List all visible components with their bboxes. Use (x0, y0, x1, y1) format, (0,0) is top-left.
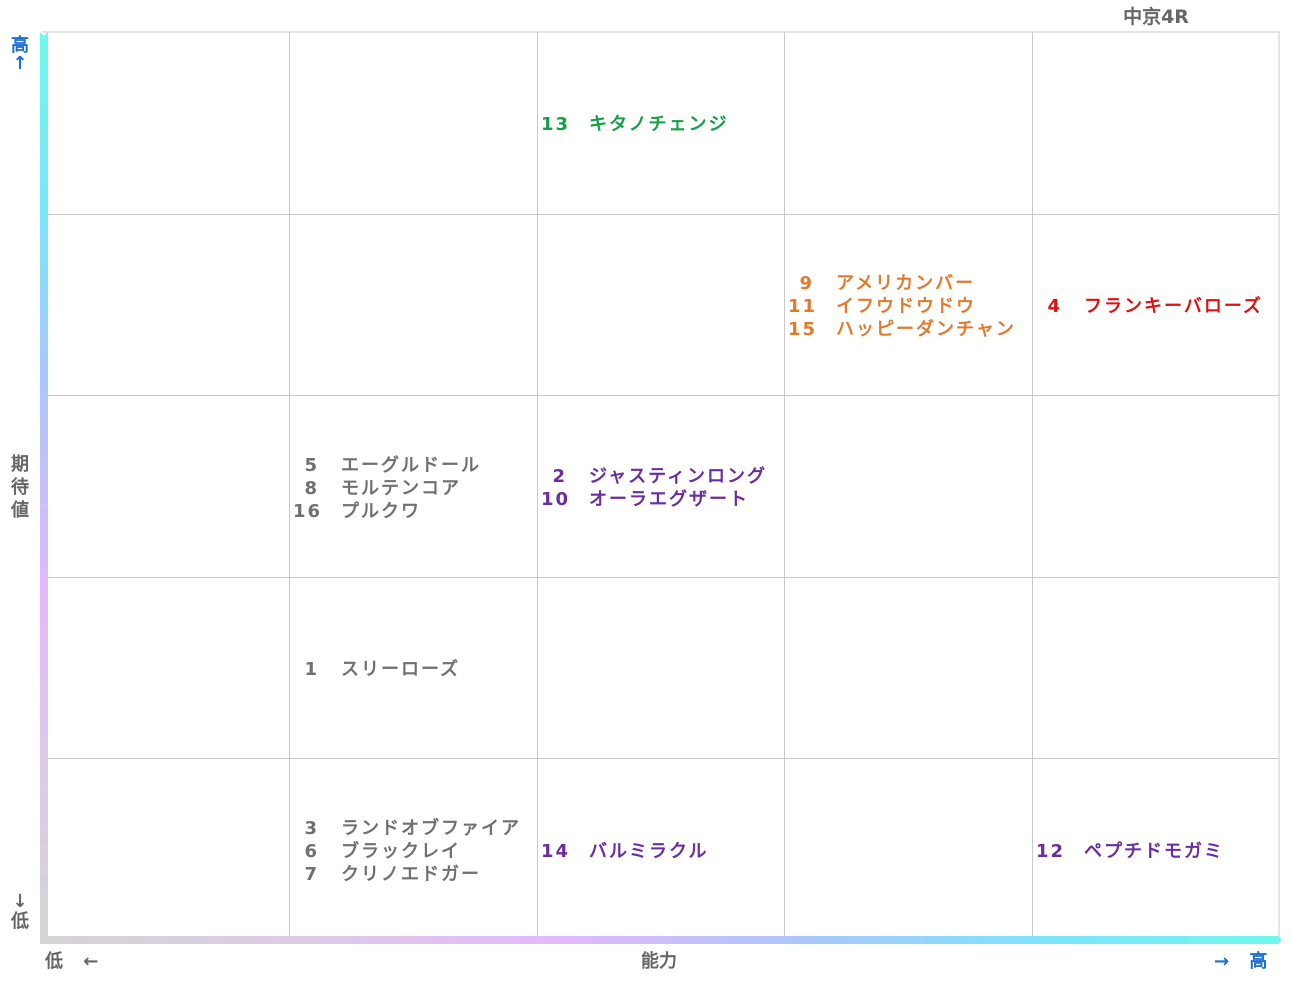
horse-entry: 16 プルクワ (293, 500, 481, 523)
x-high-label: → 高 (1214, 951, 1268, 972)
horse-entry: 9 アメリカンバー (788, 272, 1016, 295)
horse-name: イフウドウドウ (836, 296, 976, 317)
horse-entry: 14 バルミラクル (541, 840, 708, 863)
horse-number: 11 (788, 296, 818, 317)
horse-entry: 7 クリノエドガー (293, 863, 521, 886)
horse-number: 15 (788, 319, 818, 340)
horse-number: 5 (304, 455, 319, 476)
horse-name: ジャスティンロング (589, 466, 768, 487)
horse-entry: 2 ジャスティンロング (541, 465, 767, 488)
horse-number: 10 (541, 489, 571, 510)
horse-entry: 3 ランドオブファイア (293, 817, 521, 840)
horse-name: ランドオブファイア (341, 818, 521, 839)
cell-entries: 9 アメリカンバー 11 イフウドウドウ 15 ハッピーダンチャン (788, 272, 1016, 341)
right-arrow-icon: → (1214, 951, 1230, 972)
cell-entries: 1 スリーローズ (293, 658, 460, 681)
horse-name: バルミラクル (589, 841, 709, 862)
horse-number: 1 (304, 659, 319, 680)
horse-name: エーグルドール (341, 455, 481, 476)
horse-entry: 15 ハッピーダンチャン (788, 318, 1016, 341)
horse-name: キタノチェンジ (589, 114, 729, 135)
horse-entry: 4 フランキーバローズ (1036, 295, 1263, 318)
x-axis-label: 能力 (641, 951, 677, 972)
horse-name: ハッピーダンチャン (836, 319, 1016, 340)
horse-name: モルテンコア (341, 478, 461, 499)
horse-number: 6 (304, 841, 319, 862)
cell-entries: 3 ランドオブファイア 6 ブラックレイ 7 クリノエドガー (293, 817, 521, 886)
horse-number: 7 (304, 864, 319, 885)
horse-name: オーラエグザート (589, 489, 749, 510)
x-axis-bar (40, 936, 1282, 944)
cell-entries: 4 フランキーバローズ (1036, 295, 1263, 318)
horse-number: 12 (1036, 841, 1066, 862)
y-axis-label: 期待値 (11, 454, 29, 521)
horse-number: 14 (541, 841, 571, 862)
y-high-label: 高 ↑ (8, 34, 32, 74)
up-arrow-icon: ↑ (12, 53, 28, 74)
horse-entry: 11 イフウドウドウ (788, 295, 1016, 318)
horse-number: 4 (1047, 296, 1062, 317)
x-low-label: 低 ← (45, 951, 99, 972)
horse-name: プルクワ (341, 501, 421, 522)
left-arrow-icon: ← (83, 951, 99, 972)
horse-name: フランキーバローズ (1084, 296, 1263, 317)
horse-name: スリーローズ (341, 659, 461, 680)
horse-name: ペプチドモガミ (1084, 841, 1224, 862)
horse-entry: 8 モルテンコア (293, 477, 481, 500)
cell-entries: 2 ジャスティンロング 10 オーラエグザート (541, 465, 767, 511)
cell-entries: 14 バルミラクル (541, 840, 708, 863)
horse-number: 8 (304, 478, 319, 499)
cell-entries: 12 ペプチドモガミ (1036, 840, 1224, 863)
horse-entry: 13 キタノチェンジ (541, 113, 728, 136)
down-arrow-icon: ↓ (12, 891, 28, 912)
horse-name: ブラックレイ (341, 841, 461, 862)
cell-entries: 5 エーグルドール 8 モルテンコア 16 プルクワ (293, 454, 481, 523)
horse-entry: 12 ペプチドモガミ (1036, 840, 1224, 863)
horse-name: クリノエドガー (341, 864, 481, 885)
horse-number: 13 (541, 114, 571, 135)
y-low-label: ↓ 低 (8, 891, 32, 933)
horse-number: 2 (552, 466, 567, 487)
horse-name: アメリカンバー (836, 273, 976, 294)
horse-entry: 10 オーラエグザート (541, 488, 767, 511)
horse-number: 3 (304, 818, 319, 839)
horse-entry: 1 スリーローズ (293, 658, 460, 681)
horse-number: 16 (293, 501, 323, 522)
cell-entries: 13 キタノチェンジ (541, 113, 728, 136)
y-axis-bar (40, 32, 48, 944)
horse-number: 9 (799, 273, 814, 294)
horse-entry: 6 ブラックレイ (293, 840, 521, 863)
horse-entry: 5 エーグルドール (293, 454, 481, 477)
